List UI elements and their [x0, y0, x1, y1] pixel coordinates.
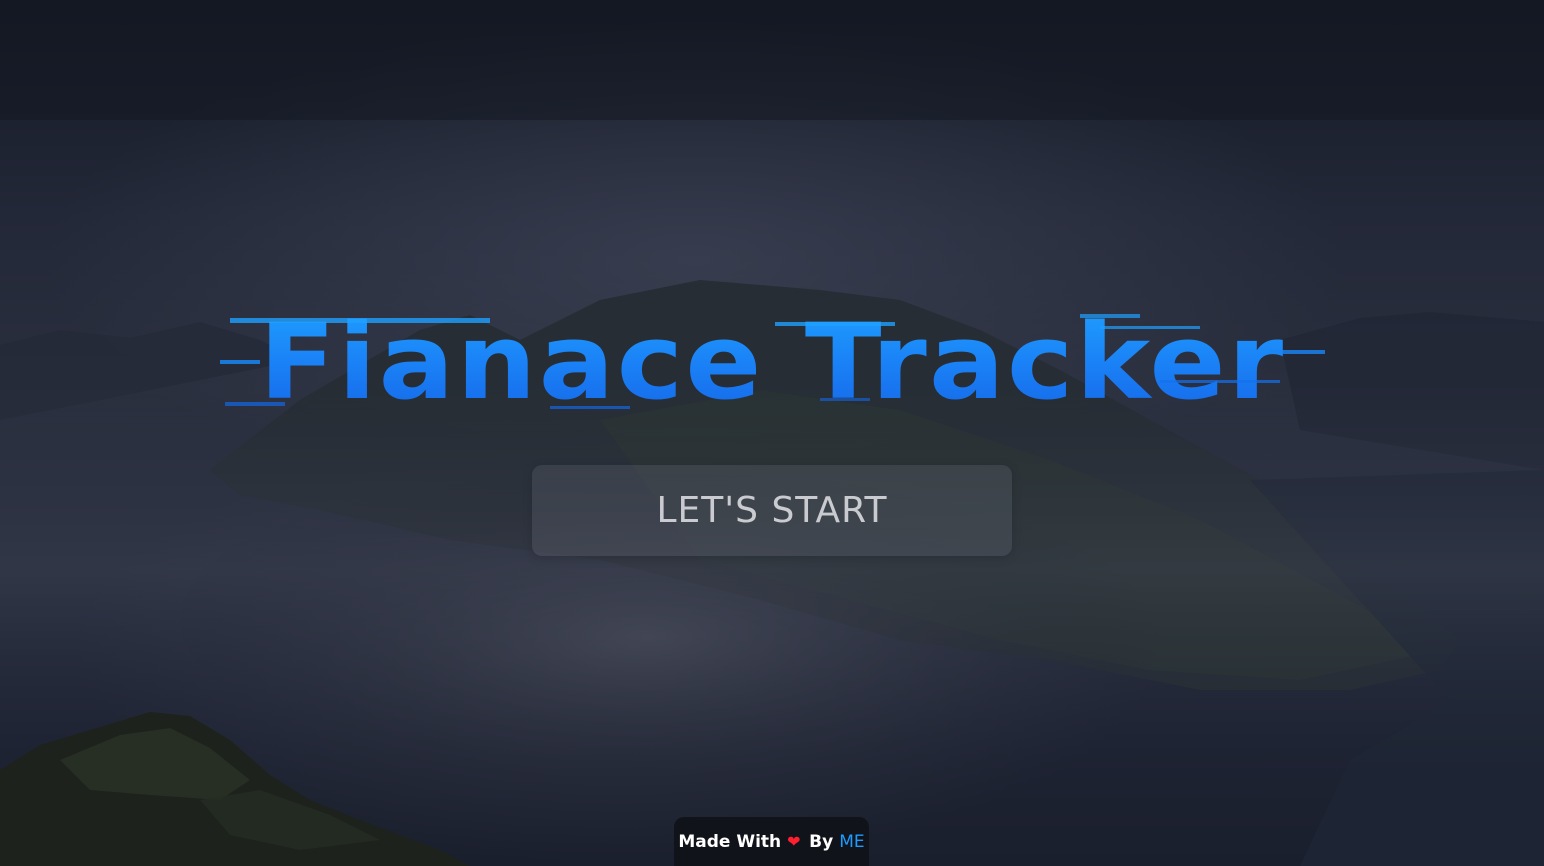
heart-icon: ❤: [787, 832, 801, 851]
lets-start-button[interactable]: LET'S START: [532, 465, 1012, 556]
background-landscape-image: [0, 0, 1544, 866]
app-title: Fianace Tracker: [258, 301, 1286, 423]
author-link[interactable]: ME: [839, 832, 864, 852]
landing-page: Fianace Tracker LET'S START Made With ❤ …: [0, 0, 1544, 866]
title-container: Fianace Tracker: [0, 302, 1544, 422]
footer-credit: Made With ❤ By ME: [674, 817, 869, 866]
by-text: By: [809, 832, 834, 852]
made-with-text: Made With: [678, 832, 782, 852]
